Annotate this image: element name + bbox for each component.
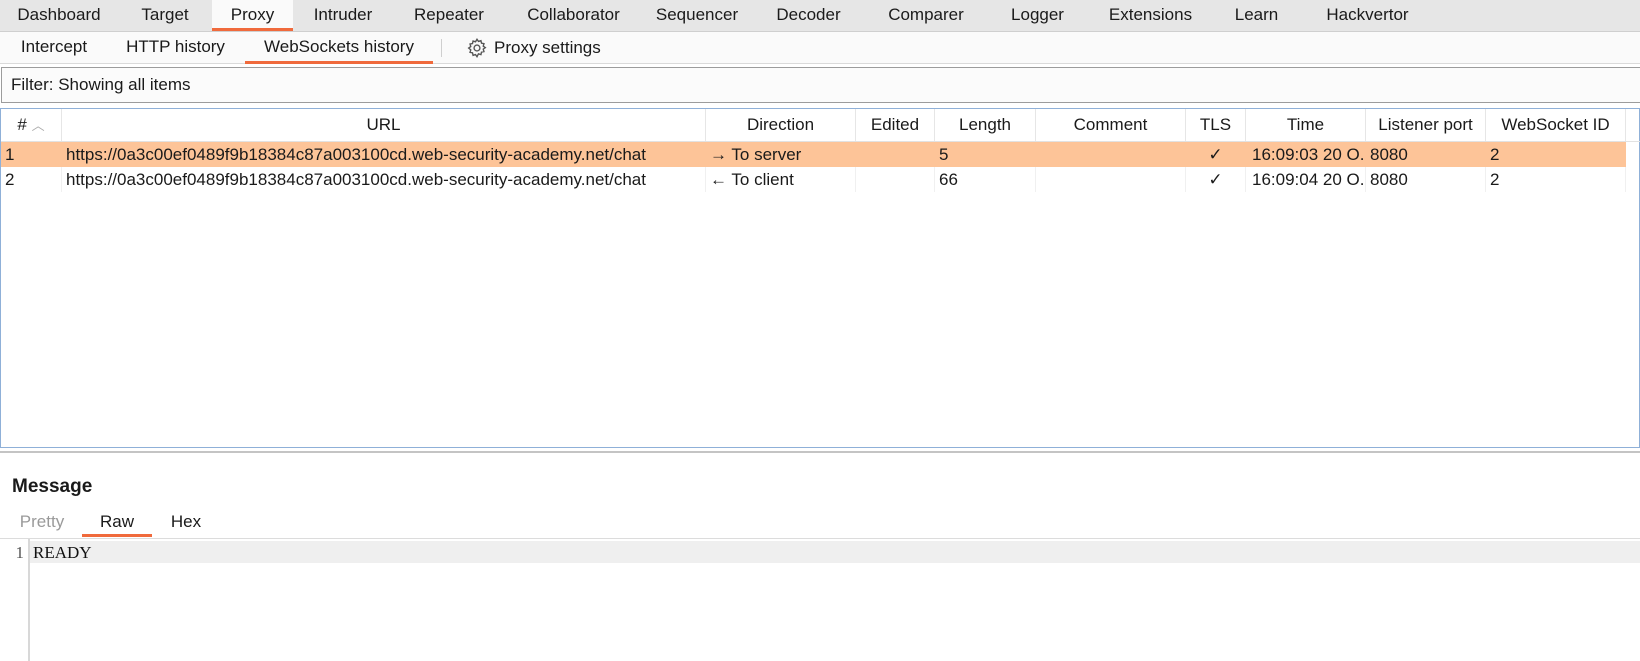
tab-pretty[interactable]: Pretty — [12, 510, 72, 537]
cell-time: 16:09:04 20 O... — [1246, 167, 1366, 192]
current-line-highlight — [30, 541, 1640, 563]
table-row[interactable]: 2 https://0a3c00ef0489f9b18384c87a003100… — [1, 167, 1626, 192]
arrow-left-icon: ← — [710, 170, 727, 189]
line-number: 1 — [15, 543, 25, 562]
websockets-history-table: # ︿ URL Direction Edited Length Comment … — [0, 108, 1640, 448]
tab-hex[interactable]: Hex — [162, 510, 210, 537]
tab-target[interactable]: Target — [118, 0, 212, 31]
cell-length: 5 — [939, 145, 949, 164]
gear-icon — [466, 37, 488, 59]
tab-sequencer[interactable]: Sequencer — [642, 0, 752, 31]
cell-edited — [856, 167, 935, 192]
column-header-number[interactable]: # ︿ — [1, 109, 62, 141]
tab-logger[interactable]: Logger — [987, 0, 1088, 31]
column-header-tls[interactable]: TLS — [1186, 109, 1246, 141]
cell-websocket-id: 2 — [1486, 167, 1626, 192]
checkmark-icon: ✓ — [1186, 167, 1246, 192]
checkmark-icon: ✓ — [1208, 145, 1223, 164]
cell-comment — [1036, 142, 1186, 167]
column-header-comment[interactable]: Comment — [1036, 109, 1186, 141]
tab-comparer[interactable]: Comparer — [865, 0, 987, 31]
line-number-gutter: 1 — [0, 539, 30, 661]
cell-number: 1 — [5, 145, 15, 164]
cell-direction: → To server — [710, 145, 802, 164]
cell-url: https://0a3c00ef0489f9b18384c87a003100cd… — [62, 167, 706, 192]
message-content-line[interactable]: READY — [33, 542, 92, 564]
column-header-length[interactable]: Length — [935, 109, 1036, 141]
cell-length: 66 — [935, 167, 1036, 192]
main-tab-bar: Dashboard Target Proxy Intruder Repeater… — [0, 0, 1640, 32]
cell-websocket-id: 2 — [1490, 145, 1500, 164]
tab-proxy[interactable]: Proxy — [212, 0, 293, 31]
subtab-intercept[interactable]: Intercept — [0, 32, 108, 63]
cell-number: 2 — [1, 167, 62, 192]
cell-listener-port: 8080 — [1366, 167, 1486, 192]
proxy-settings-button[interactable]: Proxy settings — [466, 32, 601, 63]
pane-splitter[interactable] — [0, 451, 1640, 453]
cell-time: 16:09:03 20 O... — [1252, 145, 1366, 164]
divider — [441, 39, 442, 57]
tab-dashboard[interactable]: Dashboard — [0, 0, 118, 31]
arrow-right-icon: → — [710, 145, 727, 164]
tab-intruder[interactable]: Intruder — [293, 0, 393, 31]
tab-extensions[interactable]: Extensions — [1088, 0, 1213, 31]
column-header-listener-port[interactable]: Listener port — [1366, 109, 1486, 141]
table-row[interactable]: 1 https://0a3c00ef0489f9b18384c87a003100… — [1, 142, 1626, 167]
sort-ascending-icon: ︿ — [31, 118, 45, 133]
subtab-http-history[interactable]: HTTP history — [108, 32, 243, 63]
table-header: # ︿ URL Direction Edited Length Comment … — [1, 109, 1640, 142]
column-header-time[interactable]: Time — [1246, 109, 1366, 141]
tab-hackvertor[interactable]: Hackvertor — [1300, 0, 1435, 31]
tab-learn[interactable]: Learn — [1213, 0, 1300, 31]
tab-raw[interactable]: Raw — [82, 510, 152, 537]
column-header-direction[interactable]: Direction — [706, 109, 856, 141]
cell-edited — [856, 142, 935, 167]
column-header-url[interactable]: URL — [62, 109, 706, 141]
tab-repeater[interactable]: Repeater — [393, 0, 505, 31]
subtab-websockets-history[interactable]: WebSockets history — [245, 32, 433, 64]
cell-url: https://0a3c00ef0489f9b18384c87a003100cd… — [66, 145, 646, 164]
tab-collaborator[interactable]: Collaborator — [505, 0, 642, 31]
message-panel-title: Message — [12, 476, 93, 497]
cell-listener-port: 8080 — [1370, 145, 1408, 164]
cell-direction: ← To client — [706, 167, 856, 192]
proxy-settings-label: Proxy settings — [494, 37, 601, 57]
tab-decoder[interactable]: Decoder — [752, 0, 865, 31]
message-editor[interactable]: 1 READY — [0, 539, 1640, 661]
proxy-sub-tab-bar: Intercept HTTP history WebSockets histor… — [0, 32, 1640, 64]
column-header-websocket-id[interactable]: WebSocket ID — [1486, 109, 1626, 141]
filter-bar[interactable]: Filter: Showing all items — [1, 67, 1640, 103]
column-header-edited[interactable]: Edited — [856, 109, 935, 141]
filter-text: Filter: Showing all items — [11, 75, 191, 94]
cell-comment — [1036, 167, 1186, 192]
